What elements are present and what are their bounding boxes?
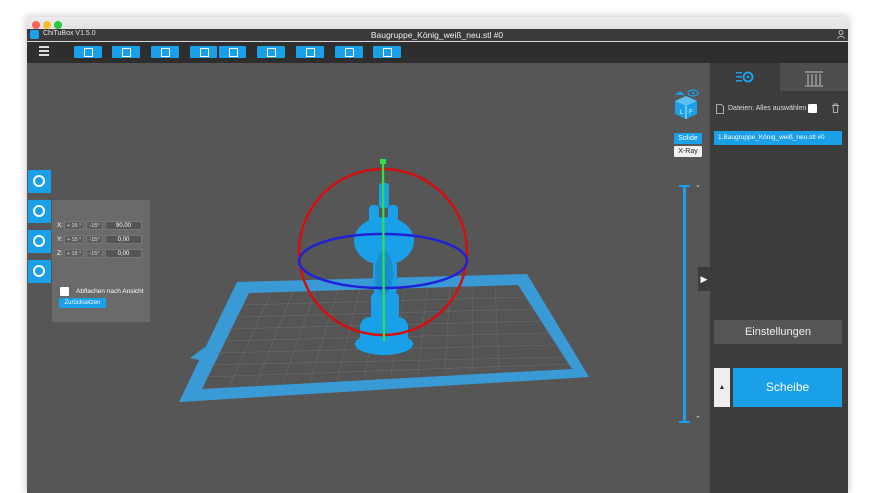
flatten-by-view-checkbox[interactable] [60,287,69,296]
document-title: Baugruppe_König_weiß_neu.stl #0 [370,30,504,40]
import-button[interactable] [190,46,217,58]
save-file-button[interactable] [112,46,140,58]
select-all-files-checkbox[interactable] [808,104,817,113]
flatten-by-view-label: Abflachen nach Ansicht [76,288,144,295]
slider-up-chevron-icon[interactable]: ⌃ [695,415,701,423]
collapse-panel-button[interactable]: ▶ [698,267,710,291]
z-plus-15-button[interactable]: + 15 ° [64,249,84,258]
settings-button[interactable]: Einstellungen [714,320,842,344]
place-on-platform-button[interactable] [335,46,363,58]
save-file-icon [122,48,131,57]
view-cube-icon[interactable]: L F [673,89,699,119]
center-icon [383,48,392,57]
rotate-tool-button[interactable] [28,200,51,223]
z-minus-15-button[interactable]: -15° [86,249,103,258]
right-panel: Dateien: Alles auswählen 1.Baugruppe_Kön… [710,63,848,493]
layer-slider[interactable] [679,185,690,423]
x-plus-15-button[interactable]: + 15 ° [64,221,84,230]
rotate-icon [33,205,45,217]
y-minus-15-button[interactable]: -15° [86,235,103,244]
settings-gear-icon [736,71,754,83]
scale-tool-button[interactable] [28,230,51,253]
layout-icon [267,48,276,57]
open-file-button[interactable] [74,46,102,58]
close-window-button[interactable] [32,21,40,29]
y-rotation-input[interactable]: 0,00 [105,235,142,244]
z-axis-label: Z: [57,250,63,257]
xray-view-button[interactable]: X-Ray [674,146,702,157]
files-header: Dateien: Alles auswählen [716,103,842,117]
slider-down-chevron-icon[interactable]: ⌄ [695,181,701,189]
x-axis-label: X: [57,222,64,229]
support-pillar-icon [805,71,823,87]
mirror-icon [33,265,45,277]
layout-button[interactable] [257,46,285,58]
rotation-panel: X: + 15 ° -15° 90,00 Y: + 15 ° -15° 0,00… [52,200,150,322]
x-rotation-input[interactable]: 90,00 [105,221,142,230]
y-axis-label: Y: [57,236,63,243]
solid-view-button[interactable]: Solide [674,133,702,144]
slice-options-button[interactable]: ▲ [714,368,730,407]
tab-settings[interactable] [710,63,780,91]
layer-slider-top-handle[interactable] [679,185,690,187]
center-button[interactable] [373,46,401,58]
select-all-files-label: Dateien: Alles auswählen [728,105,807,112]
import-icon [199,48,209,57]
zoom-scale-icon [33,235,45,247]
app-logo-icon [30,30,39,39]
open-file-icon [84,48,93,57]
app-window: ChiTuBox V1.5.0 Baugruppe_König_weiß_neu… [27,17,848,493]
file-icon [716,104,724,114]
select-all-icon [161,48,170,57]
maximize-window-button[interactable] [54,21,62,29]
user-icon[interactable] [837,30,845,39]
minimize-window-button[interactable] [43,21,51,29]
export-button[interactable] [219,46,246,58]
trash-icon[interactable] [831,103,840,113]
z-rotation-input[interactable]: 0,00 [105,249,142,258]
move-tool-button[interactable] [28,170,51,193]
select-all-button[interactable] [151,46,179,58]
slice-button[interactable]: Scheibe [733,368,842,407]
place-on-platform-icon [345,48,354,57]
app-title: ChiTuBox V1.5.0 [43,30,96,37]
support-tree-icon [306,48,315,57]
rotation-axis-y[interactable] [381,163,386,342]
layer-slider-bottom-handle[interactable] [679,421,690,423]
tab-supports[interactable] [780,63,848,91]
move-icon [33,175,45,187]
y-plus-15-button[interactable]: + 15 ° [64,235,84,244]
mirror-tool-button[interactable] [28,260,51,283]
x-minus-15-button[interactable]: -15° [86,221,103,230]
svg-text:F: F [689,110,693,116]
menu-icon[interactable] [39,46,49,56]
file-list-item[interactable]: 1.Baugruppe_König_weiß_neu.stl #0 [714,131,842,145]
reset-rotation-button[interactable]: Zurücksetzen [59,298,106,308]
export-icon [228,48,238,57]
layer-slider-track[interactable] [683,185,686,423]
support-tree-button[interactable] [296,46,324,58]
